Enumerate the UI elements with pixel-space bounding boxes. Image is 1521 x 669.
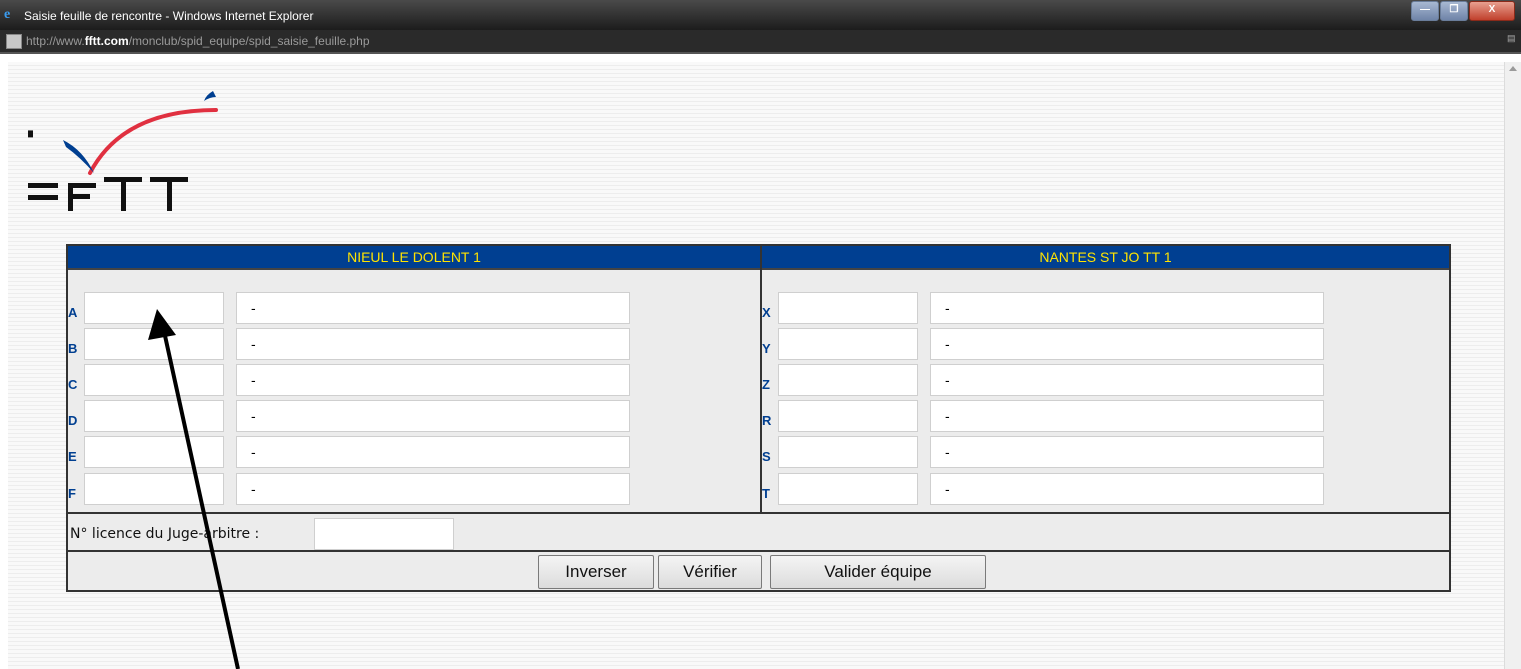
license-input[interactable] (778, 400, 918, 432)
player-name-field: - (236, 364, 630, 396)
player-name-field: - (930, 473, 1324, 505)
license-input[interactable] (84, 364, 224, 396)
slot-label: R (762, 413, 772, 428)
license-input[interactable] (84, 292, 224, 324)
swap-teams-button[interactable]: Inverser (538, 555, 654, 589)
away-team-name: NANTES ST JO TT 1 (762, 246, 1449, 270)
address-bar: http://www.fftt.com/monclub/spid_equipe/… (0, 30, 1521, 54)
slot-label: A (68, 305, 78, 320)
fftt-logo (28, 91, 218, 211)
player-name-field: - (236, 400, 630, 432)
compatibility-icon[interactable]: ▤ (1507, 33, 1517, 47)
away-team-column: NANTES ST JO TT 1 X - Y - Z - R - S - T (762, 246, 1449, 512)
internet-explorer-icon: e (4, 7, 11, 22)
scroll-up-arrow-icon[interactable] (1509, 66, 1517, 71)
referee-row: N° licence du Juge-arbitre : (68, 512, 1449, 552)
license-input[interactable] (778, 364, 918, 396)
home-team-name: NIEUL LE DOLENT 1 (68, 246, 760, 270)
page-icon (6, 34, 22, 49)
maximize-button[interactable]: ❐ (1440, 1, 1468, 21)
player-name-field: - (930, 364, 1324, 396)
slot-label: D (68, 413, 78, 428)
check-button[interactable]: Vérifier (658, 555, 762, 589)
slot-label: E (68, 449, 77, 464)
slot-label: Y (762, 341, 771, 356)
player-name-field: - (236, 473, 630, 505)
referee-license-input[interactable] (314, 518, 454, 550)
window-title: Saisie feuille de rencontre - Windows In… (24, 9, 314, 23)
logo-arc (88, 108, 218, 175)
slot-label: C (68, 377, 78, 392)
player-name-field: - (236, 328, 630, 360)
player-name-field: - (930, 400, 1324, 432)
slot-label: B (68, 341, 78, 356)
player-name-field: - (930, 292, 1324, 324)
window-controls: — ❐ X (1410, 1, 1515, 21)
player-name-field: - (236, 292, 630, 324)
player-name-field: - (930, 436, 1324, 468)
license-input[interactable] (84, 436, 224, 468)
window-titlebar: e Saisie feuille de rencontre - Windows … (0, 0, 1521, 30)
vertical-scrollbar[interactable] (1504, 62, 1521, 669)
team-sheet-form: NIEUL LE DOLENT 1 A - B - C - D - E - F (66, 244, 1451, 592)
action-bar: Inverser Vérifier Valider équipe (68, 552, 1449, 590)
slot-label: Z (762, 377, 770, 392)
logo-swoosh-small (204, 91, 216, 101)
home-team-column: NIEUL LE DOLENT 1 A - B - C - D - E - F (68, 246, 762, 512)
logo-swoosh-main (63, 140, 94, 173)
url-text[interactable]: http://www.fftt.com/monclub/spid_equipe/… (26, 34, 370, 48)
player-name-field: - (236, 436, 630, 468)
license-input[interactable] (84, 400, 224, 432)
license-input[interactable] (778, 292, 918, 324)
license-input[interactable] (778, 436, 918, 468)
url-domain: fftt.com (84, 34, 129, 48)
slot-label: F (68, 486, 76, 501)
license-input[interactable] (84, 328, 224, 360)
referee-license-label: N° licence du Juge-arbitre : (70, 526, 260, 542)
slot-label: S (762, 449, 771, 464)
player-name-field: - (930, 328, 1324, 360)
logo-letters (28, 130, 188, 211)
url-path: /monclub/spid_equipe/spid_saisie_feuille… (128, 34, 370, 48)
license-input[interactable] (84, 473, 224, 505)
url-prefix: http://www. (26, 34, 85, 48)
validate-team-button[interactable]: Valider équipe (770, 555, 986, 589)
license-input[interactable] (778, 473, 918, 505)
minimize-button[interactable]: — (1411, 1, 1439, 21)
slot-label: X (762, 305, 771, 320)
slot-label: T (762, 486, 770, 501)
license-input[interactable] (778, 328, 918, 360)
close-button[interactable]: X (1469, 1, 1515, 21)
